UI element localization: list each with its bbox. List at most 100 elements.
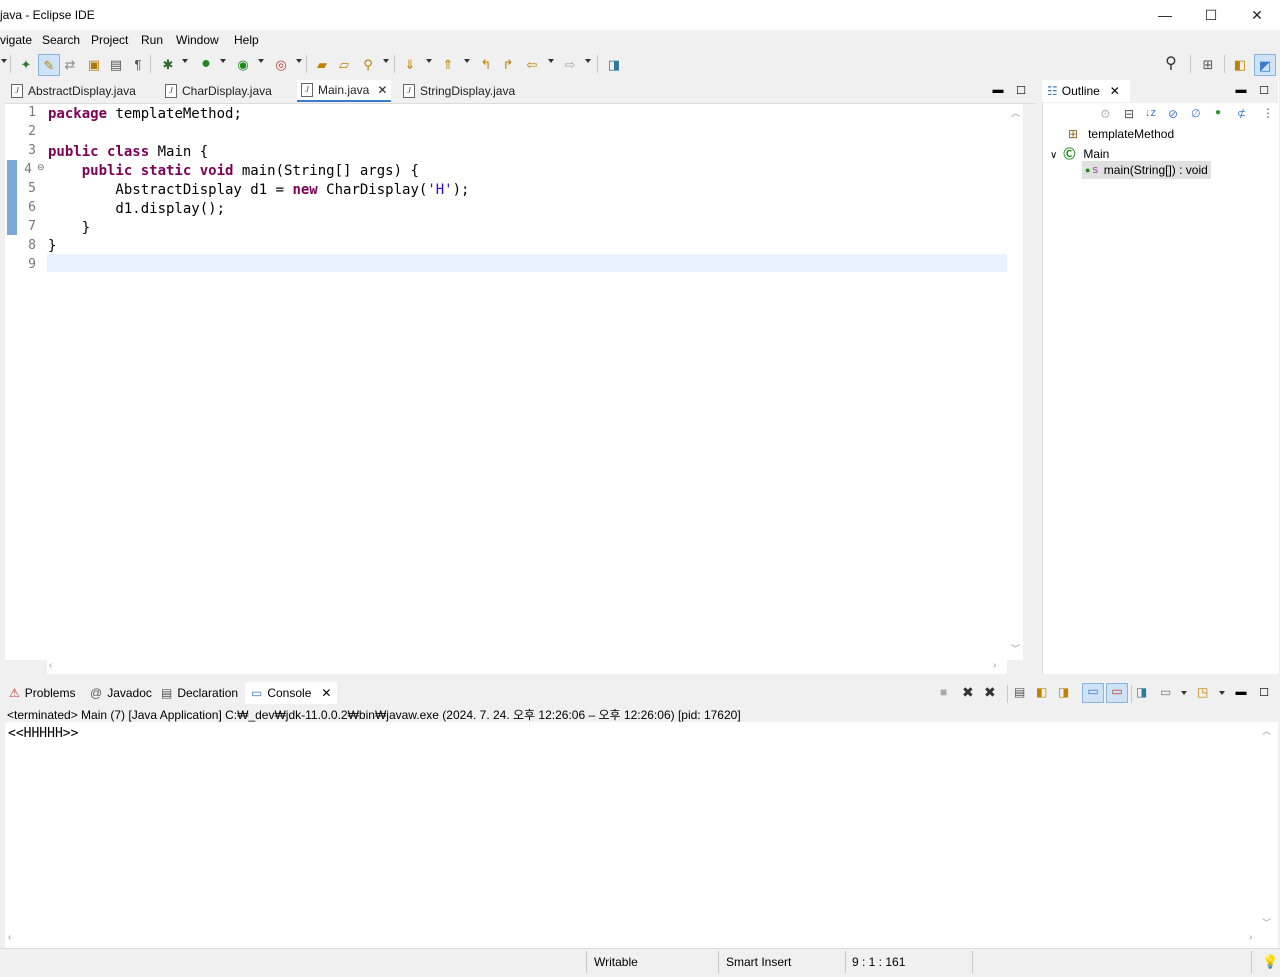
open-folder-icon[interactable]: ▱	[334, 54, 354, 74]
sort-icon[interactable]: ↓z	[1145, 107, 1156, 119]
debug-icon[interactable]: ✱	[158, 54, 178, 74]
back-dropdown-icon[interactable]	[548, 59, 554, 63]
tab-abstractdisplay[interactable]: J AbstractDisplay.java	[11, 80, 136, 102]
dropdown-arrow-icon[interactable]	[1, 59, 7, 63]
outline-class-item[interactable]: ∨ Ⓒ Main	[1050, 145, 1109, 162]
code-line-7: }	[48, 220, 91, 236]
java-ee-perspective-icon[interactable]: ◧	[1230, 54, 1250, 74]
console-scroll-down-icon[interactable]: ﹀	[1262, 916, 1271, 929]
scroll-left-icon[interactable]: ‹	[49, 660, 52, 671]
console-scroll-up-icon[interactable]: ︿	[1262, 724, 1271, 737]
mark-occurrences-icon[interactable]: ✎	[38, 54, 60, 76]
tab-outline[interactable]: ☷ Outline ✕	[1042, 80, 1130, 102]
collapse-all-icon[interactable]: ⊟	[1124, 107, 1134, 121]
clear-console-icon[interactable]: ▤	[1014, 685, 1025, 699]
pilcrow-icon[interactable]: ¶	[128, 54, 148, 74]
java-perspective-icon[interactable]: ◩	[1254, 54, 1276, 76]
open-perspective-icon[interactable]: ⊞	[1198, 54, 1218, 74]
previous-annotation-icon[interactable]: ⇑	[438, 54, 458, 74]
remove-launch-icon[interactable]: ✖	[962, 684, 974, 701]
remove-all-terminated-icon[interactable]: ✖	[984, 684, 996, 701]
maximize-editor-button[interactable]: ☐	[1014, 83, 1028, 97]
next-annotation-dropdown-icon[interactable]	[426, 59, 432, 63]
outline-package-item[interactable]: ⊞ templateMethod	[1068, 127, 1174, 141]
last-edit-location-icon[interactable]: ↰	[476, 54, 496, 74]
minimize-console-button[interactable]: ▬	[1234, 685, 1248, 699]
tab-console[interactable]: ▭ Console ✕	[245, 682, 338, 704]
word-wrap-icon[interactable]: ◨	[1058, 685, 1069, 699]
show-on-stderr-icon[interactable]: ▭	[1106, 683, 1128, 703]
next-edit-icon[interactable]: ↱	[498, 54, 518, 74]
open-console-icon[interactable]: ◳	[1197, 685, 1208, 699]
menu-search[interactable]: Search	[42, 33, 80, 47]
menu-run[interactable]: Run	[141, 33, 163, 47]
display-console-dropdown-icon[interactable]	[1181, 691, 1187, 695]
open-console-dropdown-icon[interactable]	[1219, 691, 1225, 695]
hide-static-icon[interactable]: ∅	[1191, 107, 1201, 120]
expand-chevron-icon[interactable]: ∨	[1050, 150, 1057, 161]
debug-dropdown-icon[interactable]	[182, 59, 188, 63]
close-window-button[interactable]: ✕	[1234, 0, 1280, 30]
run-dropdown-icon[interactable]	[220, 59, 226, 63]
maximize-button[interactable]: ☐	[1188, 0, 1234, 30]
editor-vertical-scrollbar[interactable]: ︿ ﹀	[1007, 104, 1023, 660]
minimize-outline-button[interactable]: ▬	[1234, 83, 1248, 97]
forward-dropdown-icon[interactable]	[585, 59, 591, 63]
hide-local-types-icon[interactable]: ⊄	[1237, 107, 1246, 120]
tip-lightbulb-icon[interactable]: 💡	[1262, 954, 1278, 970]
console-output-area[interactable]	[5, 722, 1278, 948]
menu-window[interactable]: Window	[176, 33, 219, 47]
maximize-console-button[interactable]: ☐	[1257, 685, 1271, 699]
hide-fields-icon[interactable]: ⊘	[1168, 107, 1178, 121]
forward-arrow-icon[interactable]: ⇨	[560, 54, 580, 74]
scroll-down-icon[interactable]: ﹀	[1011, 642, 1020, 655]
scroll-lock-icon[interactable]: ◧	[1036, 685, 1047, 699]
close-console-icon[interactable]: ✕	[321, 686, 331, 700]
block-selection-icon[interactable]: ▣	[84, 54, 104, 74]
focus-active-task-icon[interactable]: ⚙	[1100, 107, 1111, 121]
new-java-project-icon[interactable]: ▰	[312, 54, 332, 74]
display-selected-console-icon[interactable]: ▭	[1160, 685, 1171, 699]
back-arrow-icon[interactable]: ⇦	[522, 54, 542, 74]
maximize-outline-button[interactable]: ☐	[1257, 83, 1271, 97]
next-annotation-icon[interactable]: ⇓	[400, 54, 420, 74]
fold-collapse-icon[interactable]: ⊖	[37, 162, 45, 173]
close-outline-icon[interactable]: ✕	[1110, 84, 1120, 98]
hide-nonpublic-icon[interactable]: ●	[1215, 107, 1221, 118]
console-scroll-left-icon[interactable]: ‹	[8, 932, 11, 943]
pin-editor-icon[interactable]: ◨	[604, 54, 624, 74]
editor-horizontal-scrollbar[interactable]: ‹ ›	[47, 660, 1007, 674]
search-dropdown-icon[interactable]	[383, 59, 389, 63]
tab-main[interactable]: J Main.java ✕	[297, 80, 392, 102]
show-whitespace-icon[interactable]: ▤	[106, 54, 126, 74]
close-tab-icon[interactable]: ✕	[377, 83, 387, 97]
open-type-icon[interactable]: ✦	[16, 54, 36, 74]
previous-annotation-dropdown-icon[interactable]	[464, 59, 470, 63]
terminate-icon[interactable]: ■	[940, 685, 947, 699]
external-tools-dropdown-icon[interactable]	[296, 59, 302, 63]
scroll-up-icon[interactable]: ︿	[1011, 106, 1020, 119]
external-tools-icon[interactable]: ◎	[271, 54, 291, 74]
view-menu-icon[interactable]: ⋮	[1262, 106, 1274, 120]
tab-javadoc[interactable]: @ Javadoc	[90, 682, 152, 704]
scroll-right-icon[interactable]: ›	[993, 660, 996, 671]
menu-project[interactable]: Project	[91, 33, 128, 47]
run-icon[interactable]: ●	[196, 54, 216, 74]
search-icon[interactable]: ⚲	[358, 54, 378, 74]
tab-chardisplay[interactable]: J CharDisplay.java	[165, 80, 272, 102]
menu-help[interactable]: Help	[234, 33, 259, 47]
tab-problems[interactable]: ⚠ Problems	[9, 682, 75, 704]
pin-console-icon[interactable]: ◨	[1136, 685, 1147, 699]
console-scroll-right-icon[interactable]: ›	[1249, 932, 1252, 943]
outline-method-item[interactable]: ● Smain(String[]) : void	[1082, 161, 1211, 179]
tab-stringdisplay[interactable]: J StringDisplay.java	[403, 80, 515, 102]
quick-access-search-icon[interactable]: ⚲	[1161, 54, 1181, 74]
minimize-button[interactable]: —	[1142, 0, 1188, 30]
show-on-stdout-icon[interactable]: ▭	[1082, 683, 1104, 703]
menu-navigate[interactable]: vigate	[0, 33, 32, 47]
tab-declaration[interactable]: ▤ Declaration	[161, 682, 238, 704]
coverage-icon[interactable]: ◉	[233, 54, 253, 74]
coverage-dropdown-icon[interactable]	[258, 59, 264, 63]
minimize-editor-button[interactable]: ▬	[991, 83, 1005, 97]
link-editor-icon[interactable]: ⇄	[60, 54, 80, 74]
